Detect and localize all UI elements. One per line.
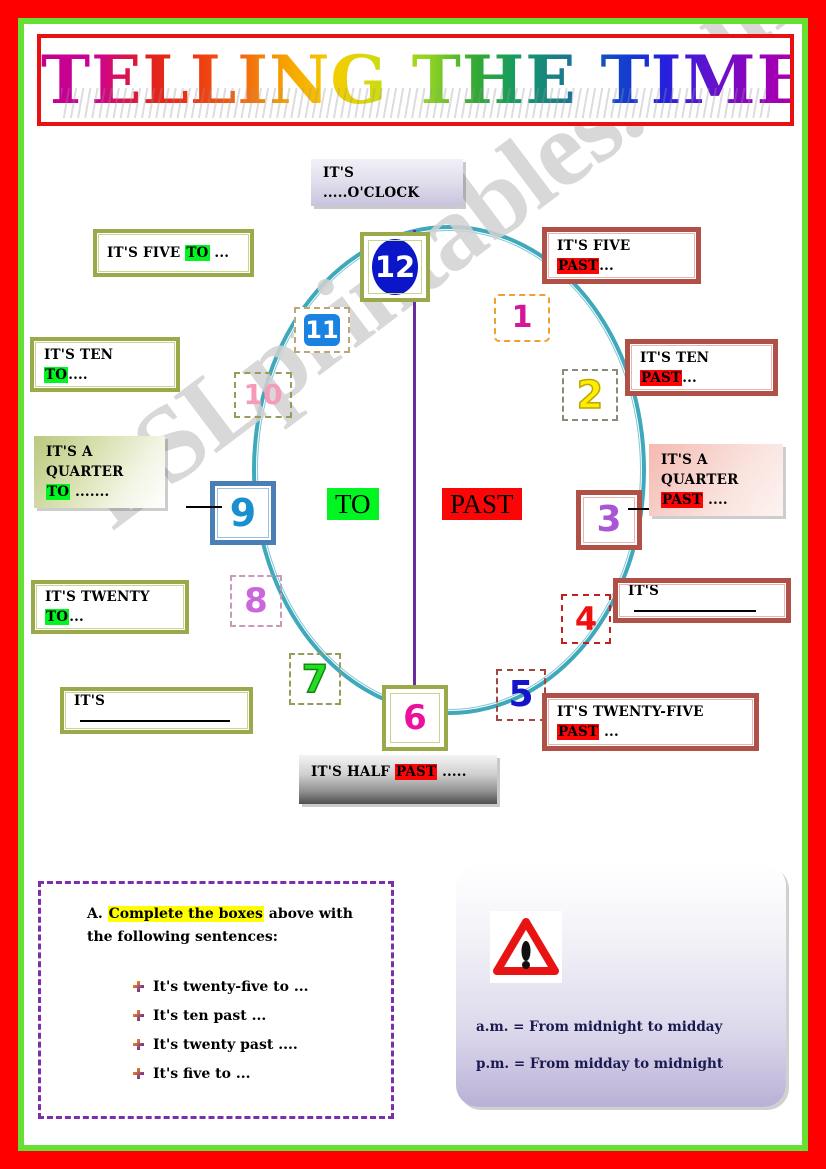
clock-number-9: 9 [210,481,276,545]
clock-number-6: 6 [382,685,448,751]
clock-number-10: 10 [234,372,292,418]
label-ten-to[interactable]: IT'S TEN TO.... [30,337,180,392]
clock-number-8: 8 [230,575,282,627]
answer-blank-left[interactable] [80,719,230,722]
exercise-sentence-list: It's twenty-five to ... It's ten past ..… [133,972,308,1088]
exercise-instruction: A. Complete the boxes above with the fol… [87,906,353,945]
worksheet-sheet: ESLprintables.com TELLING THE TIME TO PA… [24,24,802,1145]
clock-word-to: TO [327,488,379,520]
title-hatch-decoration [61,88,770,118]
list-item: It's twenty-five to ... [133,972,308,1001]
label-twenty-to[interactable]: IT'S TWENTY TO... [31,580,189,634]
clock-hand [413,230,416,714]
clock-number-7: 7 [289,653,341,705]
answer-blank-right[interactable] [634,609,756,612]
bullet-cross-icon [133,1010,144,1021]
am-definition: a.m. = From midnight to midday [476,1019,723,1035]
label-five-past[interactable]: IT'S FIVE PAST... [542,227,701,284]
pm-definition: p.m. = From midday to midnight [476,1056,724,1072]
clock-number-2: 2 [562,369,618,421]
connector-line-nine [186,506,222,508]
bullet-cross-icon [133,1068,144,1079]
ampm-info-box: a.m. = From midnight to midday p.m. = Fr… [456,864,786,1107]
exercise-box: A. Complete the boxes above with the fol… [38,881,394,1119]
list-item: It's twenty past .... [133,1030,308,1059]
clock-number-11: 11 [294,307,350,353]
label-blank-left[interactable]: IT'S [60,687,253,734]
warning-triangle-icon [490,911,562,983]
clock-number-5: 5 [496,669,546,721]
title-box: TELLING THE TIME [37,34,802,126]
bullet-cross-icon [133,1039,144,1050]
clock-number-12: 12 [360,232,430,302]
label-quarter-to[interactable]: IT'S A QUARTER TO ....... [34,436,165,508]
list-item: It's five to ... [133,1059,308,1088]
label-quarter-past[interactable]: IT'S A QUARTER PAST .... [649,444,783,516]
label-half-past[interactable]: IT'S HALF PAST ..... [299,755,497,804]
clock-number-4: 4 [561,594,611,644]
page-border-red: ESLprintables.com TELLING THE TIME TO PA… [0,0,826,1169]
label-oclock[interactable]: IT'S .....O'CLOCK [311,159,463,206]
label-blank-right[interactable]: IT'S [613,578,791,623]
bullet-cross-icon [133,981,144,992]
label-ten-past[interactable]: IT'S TEN PAST... [625,339,778,396]
label-five-to[interactable]: IT'S FIVE TO ... [93,229,254,277]
clock-word-past: PAST [442,488,522,520]
list-item: It's ten past ... [133,1001,308,1030]
label-twentyfive-past[interactable]: IT'S TWENTY-FIVE PAST ... [542,693,759,751]
clock-number-1: 1 [494,294,550,342]
clock-number-3: 3 [576,490,642,550]
